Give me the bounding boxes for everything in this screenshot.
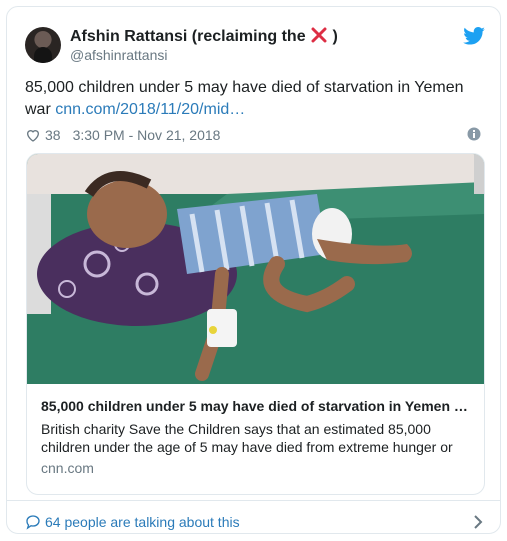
- avatar[interactable]: [25, 27, 61, 63]
- link-preview-card[interactable]: 85,000 children under 5 may have died of…: [26, 153, 485, 495]
- chevron-right-icon[interactable]: [473, 515, 483, 529]
- tweet-card: Afshin Rattansi (reclaiming the ) @afshi…: [6, 6, 501, 534]
- tweet-link[interactable]: cnn.com/2018/11/20/mid…: [55, 101, 245, 118]
- divider: [7, 500, 500, 501]
- heart-icon[interactable]: [25, 127, 41, 143]
- author-handle[interactable]: @afshinrattansi: [70, 47, 167, 63]
- tweet-meta: 38 3:30 PM - Nov 21, 2018: [25, 125, 485, 145]
- article-photo[interactable]: [27, 154, 484, 384]
- link-description: British charity Save the Children says t…: [41, 421, 453, 455]
- tweet-text: 85,000 children under 5 may have died of…: [25, 77, 485, 121]
- timestamp[interactable]: 3:30 PM - Nov 21, 2018: [73, 127, 221, 143]
- author-name-text: Afshin Rattansi (reclaiming the: [70, 28, 306, 45]
- talking-count[interactable]: 64 people are talking about this: [45, 514, 240, 530]
- link-title[interactable]: 85,000 children under 5 may have died of…: [41, 398, 471, 414]
- author-name-suffix: ): [332, 28, 338, 45]
- info-icon[interactable]: [467, 127, 481, 141]
- link-domain: cnn.com: [41, 460, 94, 476]
- like-count[interactable]: 38: [45, 127, 61, 143]
- chat-bubble-icon: [26, 515, 40, 530]
- conversation-link[interactable]: 64 people are talking about this: [25, 512, 485, 532]
- cross-mark-icon: [311, 27, 327, 43]
- author-name[interactable]: Afshin Rattansi (reclaiming the ): [70, 27, 338, 46]
- twitter-bird-icon[interactable]: [463, 27, 485, 45]
